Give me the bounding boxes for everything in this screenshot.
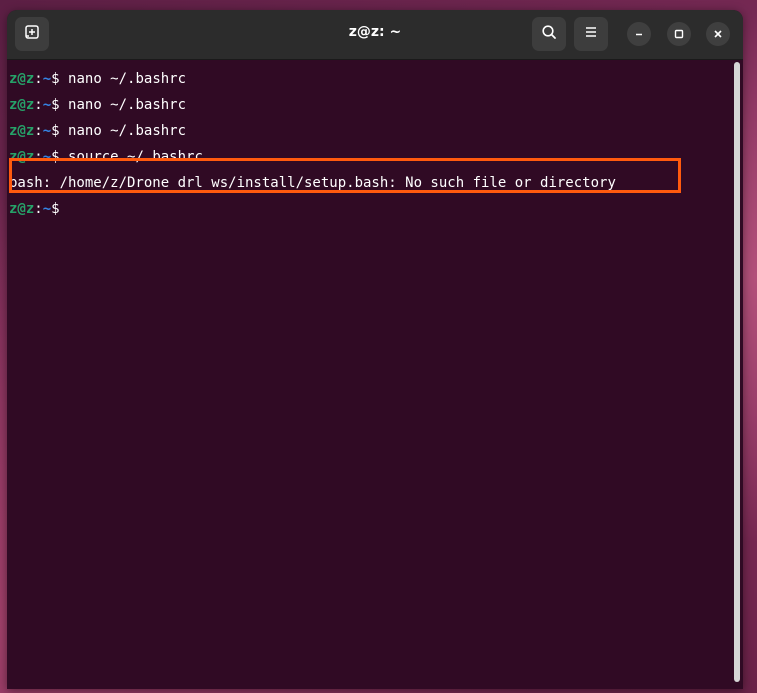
prompt-separator: : — [34, 201, 43, 217]
prompt-user: z@z — [9, 201, 35, 217]
maximize-icon — [673, 25, 685, 44]
command-text: nano ~/.bashrc — [68, 71, 187, 87]
prompt-symbol: $ — [51, 97, 69, 113]
prompt-user: z@z — [9, 71, 35, 87]
terminal-line: z@z:~$ nano ~/.bashrc — [9, 92, 731, 118]
header-bar: z@z: ~ — [7, 10, 743, 60]
prompt-path: ~ — [42, 201, 52, 217]
maximize-button[interactable] — [667, 22, 691, 46]
prompt-user: z@z — [9, 123, 35, 139]
prompt-symbol: $ — [51, 123, 69, 139]
prompt-symbol: $ — [51, 201, 60, 217]
command-text: nano ~/.bashrc — [68, 123, 187, 139]
prompt-symbol: $ — [51, 71, 69, 87]
error-highlight-box — [9, 158, 681, 193]
menu-button[interactable] — [574, 17, 608, 51]
terminal-window: z@z: ~ z@z:~$ nano ~/.bashrc z@z:~$ nano… — [7, 10, 743, 689]
terminal-line: z@z:~$ nano ~/.bashrc — [9, 66, 731, 92]
close-button[interactable] — [706, 22, 730, 46]
terminal-line: z@z:~$ nano ~/.bashrc — [9, 118, 731, 144]
terminal-line: z@z:~$ — [9, 196, 731, 222]
hamburger-menu-icon — [583, 24, 599, 44]
minimize-button[interactable] — [627, 22, 651, 46]
close-icon — [712, 25, 724, 44]
scrollbar[interactable] — [734, 62, 740, 682]
new-tab-button[interactable] — [15, 17, 49, 51]
prompt-path: ~ — [42, 71, 52, 87]
search-button[interactable] — [532, 17, 566, 51]
prompt-separator: : — [34, 123, 43, 139]
prompt-separator: : — [34, 71, 43, 87]
prompt-path: ~ — [42, 123, 52, 139]
prompt-separator: : — [34, 97, 43, 113]
terminal-output[interactable]: z@z:~$ nano ~/.bashrc z@z:~$ nano ~/.bas… — [7, 60, 731, 689]
new-tab-icon — [24, 24, 40, 44]
search-icon — [541, 24, 557, 44]
prompt-user: z@z — [9, 97, 35, 113]
minimize-icon — [633, 25, 645, 44]
command-text: nano ~/.bashrc — [68, 97, 187, 113]
prompt-path: ~ — [42, 97, 52, 113]
